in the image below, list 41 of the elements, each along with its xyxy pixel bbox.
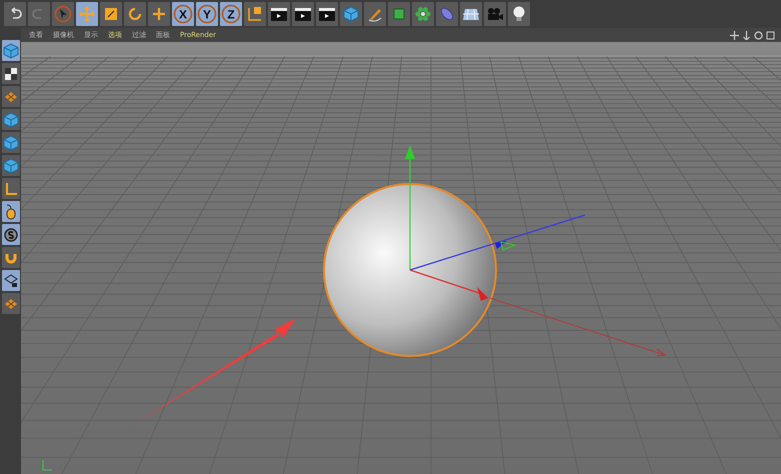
pen-icon — [367, 6, 383, 22]
move-icon — [79, 6, 95, 22]
cursor-icon — [54, 5, 72, 23]
tool-button[interactable] — [2, 247, 20, 268]
tool-button[interactable] — [2, 63, 20, 84]
maximize-icon[interactable] — [766, 30, 775, 40]
pan-icon[interactable] — [730, 30, 739, 40]
tool-button[interactable] — [2, 270, 20, 291]
light-bulb-icon — [512, 5, 526, 23]
toolbar-button[interactable] — [292, 2, 314, 26]
capsule-icon — [439, 6, 455, 22]
scale-icon — [104, 7, 118, 21]
clapperboard-icon — [270, 6, 288, 22]
camera-icon — [486, 7, 504, 21]
mouse-icon — [4, 204, 16, 220]
cube-icon — [2, 158, 18, 174]
tool-button[interactable] — [2, 178, 20, 199]
snap-icon — [4, 228, 18, 242]
toolbar-button[interactable] — [268, 2, 290, 26]
dolly-icon[interactable] — [742, 30, 751, 40]
checker-cube-icon — [4, 66, 18, 80]
cube-icon — [343, 6, 359, 22]
tool-button[interactable] — [2, 224, 20, 245]
plus-icon — [152, 7, 166, 21]
clapperboard-icon — [294, 6, 312, 22]
rotate-icon — [127, 6, 143, 22]
corner-icon — [4, 182, 18, 196]
coordinate-icon — [246, 5, 264, 23]
toolbar-button[interactable] — [316, 2, 338, 26]
orbit-icon[interactable] — [754, 30, 763, 40]
subdivision-cube-icon — [391, 6, 407, 22]
toolbar-button[interactable] — [508, 2, 530, 26]
flower-icon — [415, 6, 431, 22]
clapperboard-icon — [318, 6, 336, 22]
cube-icon — [2, 112, 18, 128]
cube-icon — [2, 134, 18, 150]
toolbar-button[interactable] — [460, 2, 482, 26]
cube-icon — [2, 42, 18, 58]
tool-button[interactable] — [2, 201, 20, 222]
tool-button[interactable] — [2, 40, 20, 61]
floor-grid-icon — [462, 7, 480, 21]
